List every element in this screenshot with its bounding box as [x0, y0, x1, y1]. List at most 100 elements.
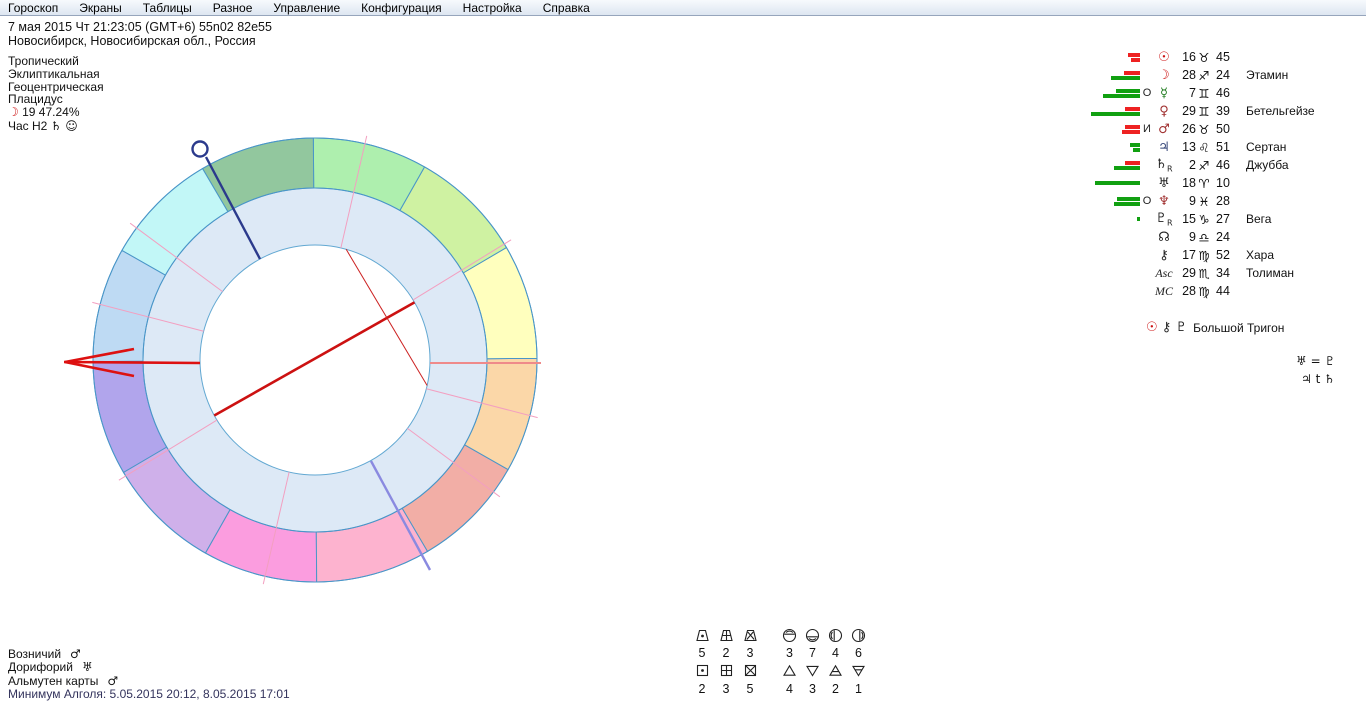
strength-bar — [1137, 217, 1140, 221]
planet-glyph: ⚷ — [1154, 248, 1174, 263]
menu-item-2[interactable]: Экраны — [79, 1, 121, 15]
app-window: Гороскоп Экраны Таблицы Разное Управление Кон… — [0, 0, 1366, 701]
strength-bar — [1103, 94, 1140, 98]
planet-glyph: ♂ — [1154, 122, 1174, 137]
strength-bar — [1124, 71, 1140, 75]
distribution-count: 2 — [699, 682, 706, 696]
planet-glyph: ♄R — [1154, 157, 1174, 174]
distribution-count: 2 — [832, 682, 839, 696]
menu-item-4[interactable]: Разное — [213, 1, 253, 15]
distribution-count: 7 — [809, 646, 816, 660]
tri-up-icon — [782, 663, 797, 678]
planet-positions-table: ☉16♉45☽28♐24ЭтаминО☿7♊46♀29♊39Бетельгейз… — [1086, 48, 1366, 300]
planet-table-row: ♄R2♐46Джубба — [1086, 156, 1366, 174]
planet-glyph: ☿ — [1154, 86, 1174, 101]
planet-glyph: Asc — [1154, 266, 1174, 281]
distribution-table-crosses: 5 2 3 2 3 5 — [690, 626, 762, 697]
menu-item-5[interactable]: Управление — [273, 1, 340, 15]
strength-bar — [1116, 89, 1140, 93]
planet-table-row: ♀29♊39Бетельгейзе — [1086, 102, 1366, 120]
distribution-count: 5 — [699, 646, 706, 660]
grand-trine-planet-icons: ☉ ⚷ ♇ — [1146, 320, 1187, 335]
tri-down-bar-icon — [851, 663, 866, 678]
sq-x-icon — [743, 663, 758, 678]
distribution-table-elements: 37464321 — [778, 626, 870, 697]
planet-table-row: ☊9♎24 — [1086, 228, 1366, 246]
distribution-count: 3 — [786, 646, 793, 660]
designation-row: Альмутен карты♂ — [8, 675, 290, 688]
planet-table-row: ⚷17♍52Хара — [1086, 246, 1366, 264]
distribution-count: 5 — [747, 682, 754, 696]
designation-row: Возничий♂ — [8, 648, 290, 661]
strength-bar — [1122, 130, 1140, 134]
planet-table-row: ♃13♌51Сертан — [1086, 138, 1366, 156]
trap-dot-icon — [695, 628, 710, 643]
distribution-count: 4 — [786, 682, 793, 696]
strength-bar — [1114, 166, 1140, 170]
planet-table-row: Asc29♏34Толиман — [1086, 264, 1366, 282]
strength-bar — [1128, 53, 1140, 57]
distribution-count: 3 — [809, 682, 816, 696]
chart-header: 7 мая 2015 Чт 21:23:05 (GMT+6) 55n02 82e… — [8, 20, 272, 48]
designation-row: Дорифорий♅ — [8, 661, 290, 674]
planet-glyph: ☊ — [1154, 230, 1174, 245]
config-pair-uranus-pluto: ♅ = ♇ — [1296, 354, 1335, 368]
sq-dot-icon — [695, 663, 710, 678]
strength-bar — [1114, 202, 1140, 206]
planet-glyph: ☉ — [1154, 50, 1174, 65]
planet-glyph: ♅ — [1154, 176, 1174, 191]
planet-glyph: ♃ — [1154, 140, 1174, 155]
distribution-count: 3 — [747, 646, 754, 660]
designation-rows: Возничий♂Дорифорий♅Альмутен карты♂ — [8, 648, 290, 688]
distribution-count: 6 — [855, 646, 862, 660]
planet-glyph: MC — [1154, 284, 1174, 299]
planetary-hour-line: Час Н2 ♄ ☺ — [8, 119, 78, 133]
strength-bar — [1111, 76, 1140, 80]
distribution-count: 1 — [855, 682, 862, 696]
planet-table-row: ♅18♈10 — [1086, 174, 1366, 192]
circ-top-icon — [782, 628, 797, 643]
planet-table-row: ☉16♉45 — [1086, 48, 1366, 66]
menu-item-3[interactable]: Таблицы — [143, 1, 192, 15]
menu-item-1[interactable]: Гороскоп — [8, 1, 58, 15]
circ-left-icon — [828, 628, 843, 643]
circ-right-icon — [851, 628, 866, 643]
moon-phase-value: 19 47.24% — [22, 105, 79, 119]
strength-bar — [1133, 148, 1140, 152]
config-grand-trine: ☉ ⚷ ♇ Большой Тригон — [1146, 320, 1284, 335]
strength-bar — [1125, 107, 1140, 111]
strength-bar — [1117, 197, 1140, 201]
setting-line: Эклиптикальная — [8, 68, 104, 81]
trap-cross-icon — [719, 628, 734, 643]
menu-item-7[interactable]: Настройка — [463, 1, 522, 15]
planet-table-row: О☿7♊46 — [1086, 84, 1366, 102]
strength-bar — [1091, 112, 1140, 116]
hour-label: Час Н2 — [8, 119, 47, 133]
strength-bar — [1131, 58, 1140, 62]
planet-glyph: ♀ — [1154, 104, 1174, 119]
moon-phase-line: ☽ 19 47.24% — [8, 105, 80, 119]
tri-up-bar-icon — [828, 663, 843, 678]
planet-glyph: ♇R — [1154, 211, 1174, 228]
axis-line — [64, 362, 200, 363]
planetary-hour-icons: ♄ ☺ — [51, 119, 78, 133]
planet-table-row: О♆9♓28 — [1086, 192, 1366, 210]
strength-bar — [1095, 181, 1140, 185]
chart-settings-list: ТропическийЭклиптикальнаяГеоцентрическая… — [8, 55, 104, 106]
distribution-count: 2 — [723, 646, 730, 660]
circ-bottom-icon — [805, 628, 820, 643]
menu-item-8[interactable]: Справка — [543, 1, 590, 15]
planet-glyph: ☽ — [1154, 68, 1174, 83]
setting-line: Тропический — [8, 55, 104, 68]
planet-table-row: ☽28♐24Этамин — [1086, 66, 1366, 84]
chart-designations: Возничий♂Дорифорий♅Альмутен карты♂ Миним… — [8, 648, 290, 701]
menu-item-6[interactable]: Конфигурация — [361, 1, 442, 15]
planet-table-row: ♇R15♑27Вега — [1086, 210, 1366, 228]
trap-x-icon — [743, 628, 758, 643]
sq-cross-icon — [719, 663, 734, 678]
planet-glyph: ♆ — [1154, 194, 1174, 209]
mc-marker-icon — [193, 142, 208, 157]
moon-icon: ☽ — [8, 105, 19, 119]
distribution-count: 3 — [723, 682, 730, 696]
strength-bar — [1125, 125, 1140, 129]
